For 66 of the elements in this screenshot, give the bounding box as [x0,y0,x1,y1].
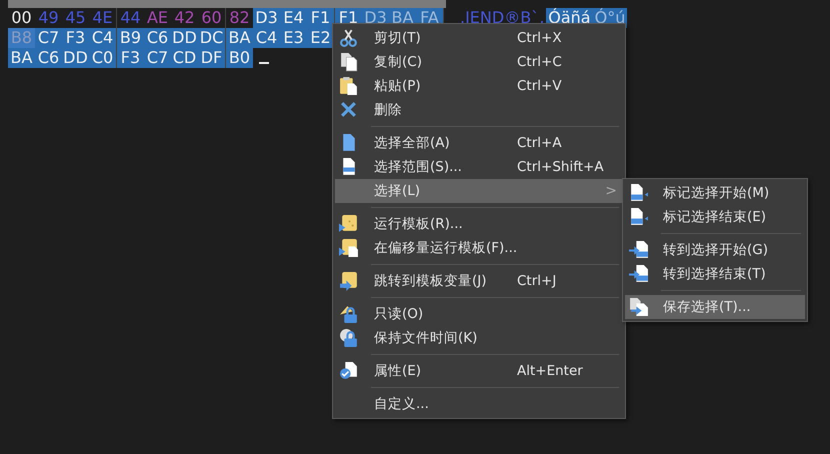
paste-icon [339,76,359,96]
hex-byte: C7 [35,28,62,48]
menu-item[interactable]: 保持文件时间(K) [335,326,623,350]
hex-byte: DC [198,28,226,48]
document-icon [629,207,649,227]
ascii-text: .IEND®B`‚ [459,8,546,28]
hex-byte: E3 [280,28,307,48]
hex-byte: AE [146,8,170,28]
menu-item[interactable]: 标记选择开始(M) [625,181,805,205]
hex-byte: 49 [37,8,60,28]
hex-byte: B9 [117,28,144,48]
menu-item[interactable]: 复制(C) Ctrl+C [335,50,623,74]
hex-byte: C6 [144,28,171,48]
menu-item[interactable]: 跳转到模板变量(J) Ctrl+J [335,269,623,293]
menu-item[interactable]: 转到选择结束(T) [625,262,805,286]
hex-byte: 82 [228,8,251,28]
hex-byte: B8 [8,28,35,48]
hex-byte: BA [8,48,35,68]
hex-byte: C7 [144,48,171,68]
menu-item[interactable]: 在偏移量运行模板(F)... [335,236,623,260]
hex-byte: F3 [62,28,89,48]
menu-item[interactable]: 选择全部(A) Ctrl+A [335,131,623,155]
hex-byte: 45 [64,8,87,28]
menu-item[interactable]: 选择范围(S)... Ctrl+Shift+A [335,155,623,179]
menu-item[interactable]: 转到选择开始(G) [625,238,805,262]
menu-item[interactable]: 运行模板(R)... [335,212,623,236]
hex-byte: F3 [117,48,144,68]
menu-item[interactable]: 删除 [335,98,623,122]
document-icon [629,240,649,260]
menu-item[interactable]: 标记选择结束(E) [625,205,805,229]
scissors-icon [339,28,359,48]
hex-byte: DD [62,48,89,68]
copy-icon [339,52,359,72]
hex-byte: C4 [253,28,280,48]
hex-byte: DD [171,28,198,48]
menu-item[interactable]: 剪切(T) Ctrl+X [335,26,623,50]
scroll-icon [339,238,359,258]
hex-byte: CD [171,48,198,68]
menu-item[interactable]: 选择(L) > [335,179,623,203]
menu-item[interactable]: 只读(O) [335,302,623,326]
menu-item[interactable]: 自定义... [335,392,623,416]
menu-item[interactable]: 粘贴(P) Ctrl+V [335,74,623,98]
hex-byte: 00 [10,8,33,28]
menu-item[interactable]: 属性(E) Alt+Enter [335,359,623,383]
hex-byte: 42 [173,8,196,28]
scroll-icon [339,214,359,234]
properties-icon [339,361,359,381]
scroll-icon [339,271,359,291]
hex-byte: B0 [226,48,253,68]
hex-byte: C4 [89,28,117,48]
documents-icon [629,297,649,317]
hex-byte: C6 [35,48,62,68]
menu-item[interactable]: 保存选择(T)... [625,295,805,319]
hex-byte: C0 [89,48,117,68]
lock-icon [339,328,359,348]
hex-byte: D3 [253,8,280,28]
hex-byte: F1 [307,8,335,28]
close-icon [339,100,359,120]
hex-byte: E4 [280,8,307,28]
hex-byte: BA [226,28,253,48]
document-icon [629,264,649,284]
text-cursor [259,62,269,64]
hex-byte: DF [198,48,226,68]
document-icon [629,183,649,203]
lock-icon [339,304,359,324]
hex-byte: 44 [119,8,142,28]
